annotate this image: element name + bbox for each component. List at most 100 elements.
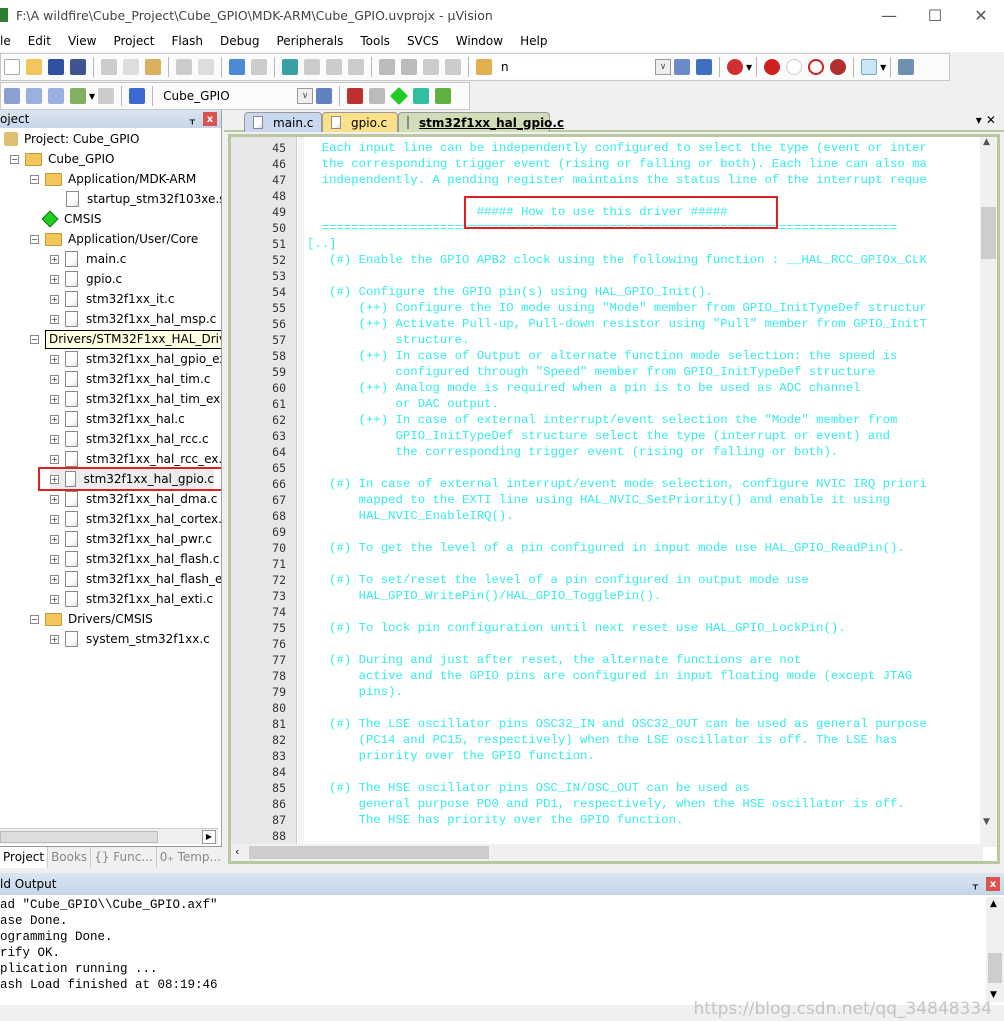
multi-project-icon[interactable] [369, 88, 386, 104]
tab-project[interactable]: Project [0, 847, 49, 868]
save-icon[interactable] [48, 59, 64, 75]
scroll-thumb[interactable] [0, 831, 158, 843]
clear-bookmarks-icon[interactable] [348, 59, 364, 75]
editor-horizontal-scrollbar[interactable]: ‹ [231, 844, 983, 861]
rebuild-icon[interactable] [48, 88, 64, 104]
bookmark-icon[interactable] [282, 59, 298, 75]
collapse-icon[interactable]: − [30, 614, 39, 624]
pack-installer-icon[interactable] [413, 88, 430, 104]
tree-file[interactable]: + stm32f1xx_hal_dma.c [50, 489, 217, 509]
scroll-up-icon[interactable]: ▲ [983, 137, 990, 147]
uncomment-icon[interactable] [445, 59, 461, 75]
tree-folder[interactable]: − Drivers/CMSIS [30, 609, 153, 629]
pin-icon[interactable]: ᚁ [190, 113, 195, 126]
code-area[interactable]: Each input line can be independently con… [307, 137, 983, 847]
menu-debug[interactable]: Debug [212, 34, 268, 48]
select-packs-icon[interactable] [435, 88, 452, 104]
collapse-icon[interactable]: − [30, 234, 39, 244]
disable-all-breakpoints-icon[interactable] [808, 59, 825, 75]
batch-build-icon[interactable] [70, 88, 86, 104]
breakpoint-icon[interactable] [764, 59, 781, 75]
menu-flash[interactable]: Flash [164, 34, 212, 48]
tab-functions[interactable]: {} Func... [91, 847, 157, 868]
tree-file[interactable]: + system_stm32f1xx.c [50, 629, 210, 649]
expand-icon[interactable]: + [50, 294, 59, 304]
debug-dropdown-icon[interactable]: ▼ [746, 63, 752, 72]
minimize-button[interactable]: — [866, 0, 912, 30]
next-bookmark-icon[interactable] [326, 59, 342, 75]
expand-icon[interactable]: + [50, 434, 59, 444]
expand-icon[interactable]: + [50, 254, 59, 264]
menu-window[interactable]: Window [448, 34, 512, 48]
scroll-right-icon[interactable]: ▶ [202, 830, 216, 844]
manage-project-items-icon[interactable] [347, 88, 364, 104]
tree-file[interactable]: + stm32f1xx_hal_pwr.c [50, 529, 212, 549]
copy-icon[interactable] [123, 59, 139, 75]
expand-icon[interactable]: + [50, 514, 59, 524]
code-editor[interactable]: 45 46 47 48 49 50 51 52 53 54 55 56 57 58 59 60 61 62 63 64… [228, 134, 1000, 864]
menu-help[interactable]: Help [512, 34, 556, 48]
undo-icon[interactable] [176, 59, 192, 75]
run-time-environment-icon[interactable] [390, 86, 409, 106]
tab-books[interactable]: Books [48, 847, 92, 868]
expand-icon[interactable]: + [50, 634, 59, 644]
tree-file[interactable]: + gpio.c [50, 269, 122, 289]
pin-icon[interactable]: ᚁ [973, 878, 978, 891]
tree-file[interactable]: + stm32f1xx_hal_cortex.c [50, 509, 221, 529]
tab-templates[interactable]: 0₊ Temp... [157, 847, 225, 868]
tree-file[interactable]: + stm32f1xx_hal_tim.c [50, 369, 210, 389]
tree-file[interactable]: + main.c [50, 249, 126, 269]
comment-icon[interactable] [423, 59, 439, 75]
scroll-up-icon[interactable]: ▲ [990, 899, 997, 909]
tree-project-root[interactable]: Project: Cube_GPIO [4, 129, 139, 149]
scroll-thumb[interactable] [981, 207, 996, 259]
expand-icon[interactable]: + [50, 534, 59, 544]
tree-file[interactable]: + stm32f1xx_hal_exti.c [50, 589, 213, 609]
layout-dropdown-icon[interactable]: ▼ [880, 63, 886, 72]
nav-forward-icon[interactable] [251, 59, 267, 75]
editor-tab-controls[interactable]: ▾ ✕ [976, 113, 996, 127]
scroll-thumb[interactable] [988, 953, 1002, 983]
redo-icon[interactable] [198, 59, 214, 75]
editor-vertical-scrollbar[interactable]: ▲ ▼ [980, 137, 997, 847]
maximize-button[interactable]: ☐ [912, 0, 958, 30]
kill-all-breakpoints-icon[interactable] [830, 59, 847, 75]
tree-file[interactable]: + stm32f1xx_hal_rcc_ex.c [50, 449, 221, 469]
incremental-find-icon[interactable] [696, 59, 712, 75]
tree-file[interactable]: + stm32f1xx_hal_flash.c [50, 549, 219, 569]
tree-component[interactable]: CMSIS [40, 209, 102, 229]
new-file-icon[interactable] [4, 59, 20, 75]
configure-icon[interactable] [898, 59, 915, 75]
find-in-files-icon[interactable] [476, 59, 492, 75]
output-vertical-scrollbar[interactable]: ▲ ▼ [986, 897, 1004, 1002]
menu-tools[interactable]: Tools [352, 34, 399, 48]
batch-dropdown-icon[interactable]: ▼ [89, 92, 95, 101]
save-all-icon[interactable] [70, 59, 86, 75]
tree-folder[interactable]: − Drivers/STM32F1xx_HAL_Driver [30, 329, 221, 349]
menu-svcs[interactable]: SVCS [399, 34, 448, 48]
scroll-left-icon[interactable]: ‹ [235, 845, 239, 858]
tab-gpio-c[interactable]: gpio.c [322, 112, 398, 132]
expand-icon[interactable]: + [50, 554, 59, 564]
nav-back-icon[interactable] [229, 59, 245, 75]
project-horizontal-scrollbar[interactable]: ▶ [0, 828, 218, 844]
expand-icon[interactable]: + [50, 454, 59, 464]
build-icon[interactable] [26, 88, 42, 104]
tree-file[interactable]: + stm32f1xx_hal.c [50, 409, 185, 429]
tree-target[interactable]: − Cube_GPIO [10, 149, 115, 169]
tab-stm32f1xx-hal-gpio-c[interactable]: stm32f1xx_hal_gpio.c [398, 112, 564, 132]
menu-project[interactable]: Project [105, 34, 163, 48]
expand-icon[interactable]: + [50, 314, 59, 324]
stop-build-icon[interactable] [98, 88, 115, 104]
expand-icon[interactable]: + [50, 574, 59, 584]
disable-breakpoint-icon[interactable] [786, 59, 803, 75]
tree-file[interactable]: +stm32f1xx_hal_flash_ex.c [50, 569, 221, 589]
find-icon[interactable] [674, 59, 690, 75]
find-combo[interactable]: n [495, 57, 655, 77]
tree-file[interactable]: startup_stm32f103xe.s [66, 189, 221, 209]
menu-edit[interactable]: Edit [20, 34, 60, 48]
paste-icon[interactable] [145, 59, 161, 75]
prev-bookmark-icon[interactable] [304, 59, 320, 75]
collapse-icon[interactable]: − [30, 334, 39, 344]
expand-icon[interactable]: + [50, 274, 59, 284]
